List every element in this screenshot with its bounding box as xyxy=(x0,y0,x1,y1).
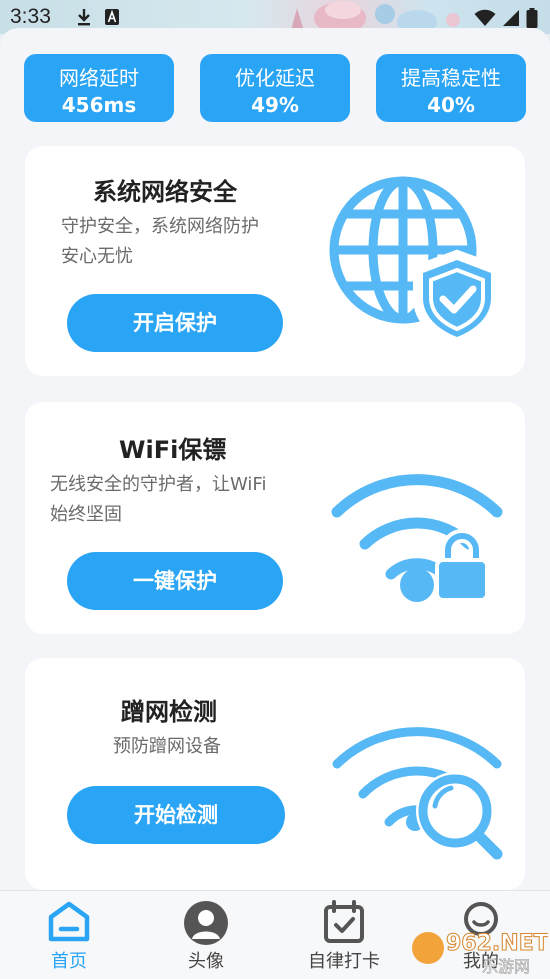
nav-item-self-discipline[interactable]: 自律打卡 xyxy=(289,891,399,979)
globe-shield-icon xyxy=(329,176,501,349)
card-desc-line1: 预防蹭网设备 xyxy=(113,736,221,757)
watermark-text-bottom: 乐游网 xyxy=(482,957,530,976)
stat-value: 456ms xyxy=(61,93,137,117)
card-wifi-guard: WiFi保镖 无线安全的守护者，让WiFi 始终坚固 一键保护 xyxy=(25,402,525,634)
watermark-logo: 962.NET 乐游网 xyxy=(412,931,548,976)
text-a-icon xyxy=(105,9,119,25)
start-detection-button[interactable]: 开始检测 xyxy=(67,786,285,844)
one-click-protect-button[interactable]: 一键保护 xyxy=(67,552,283,610)
card-desc-line2: 始终坚固 xyxy=(50,504,122,525)
main-content: 网络延时 456ms 优化延迟 49% 提高稳定性 40% 系统网络安全 守护安… xyxy=(0,28,550,890)
status-time: 3:33 xyxy=(10,5,51,28)
enable-protection-button[interactable]: 开启保护 xyxy=(67,294,283,352)
card-desc-line2: 安心无忧 xyxy=(61,246,133,267)
stat-latency: 网络延时 456ms xyxy=(24,54,174,122)
card-desc-line1: 守护安全，系统网络防护 xyxy=(61,216,259,237)
card-title: 蹭网检测 xyxy=(121,698,217,726)
avatar-icon xyxy=(184,901,228,945)
wifi-lock-icon xyxy=(331,474,503,602)
card-freeloader-detect: 蹭网检测 预防蹭网设备 开始检测 xyxy=(25,658,525,890)
nav-label: 自律打卡 xyxy=(308,951,380,972)
stat-value: 49% xyxy=(251,93,299,117)
stat-optimize-delay: 优化延迟 49% xyxy=(200,54,350,122)
stat-stability: 提高稳定性 40% xyxy=(376,54,526,122)
stat-value: 40% xyxy=(427,93,475,117)
nav-label: 首页 xyxy=(51,951,87,972)
nav-item-home[interactable]: 首页 xyxy=(14,891,124,979)
stat-label: 提高稳定性 xyxy=(401,66,501,90)
card-title: 系统网络安全 xyxy=(93,178,237,206)
wifi-search-icon xyxy=(332,727,503,860)
watermark-text-top: 962.NET xyxy=(446,931,548,956)
stats-row: 网络延时 456ms 优化延迟 49% 提高稳定性 40% xyxy=(0,54,550,122)
stat-label: 优化延迟 xyxy=(235,66,315,90)
wifi-icon xyxy=(474,9,496,26)
stat-label: 网络延时 xyxy=(59,66,139,90)
card-network-security: 系统网络安全 守护安全，系统网络防护 安心无忧 开启保护 xyxy=(25,146,525,376)
nav-label: 头像 xyxy=(188,951,224,972)
download-icon xyxy=(78,9,90,26)
nav-item-avatar[interactable]: 头像 xyxy=(151,891,261,979)
calendar-check-icon xyxy=(324,900,364,943)
card-desc-line1: 无线安全的守护者，让WiFi xyxy=(50,474,267,495)
signal-icon xyxy=(503,10,519,26)
battery-icon xyxy=(526,8,538,28)
card-title: WiFi保镖 xyxy=(119,436,227,464)
home-icon xyxy=(48,901,90,942)
